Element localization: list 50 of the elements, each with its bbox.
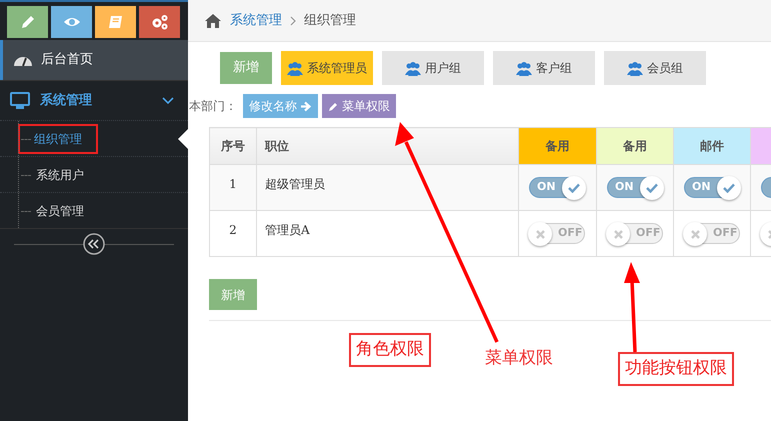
toggle-switch[interactable]: ON bbox=[607, 177, 663, 198]
toggle-switch[interactable]: OFF bbox=[607, 223, 663, 244]
table-cell: 2 bbox=[210, 210, 256, 256]
check-icon bbox=[723, 183, 735, 193]
check-icon bbox=[646, 183, 658, 193]
group-tab[interactable]: 客户组 bbox=[493, 51, 595, 85]
people-icon bbox=[405, 60, 421, 76]
people-icon bbox=[516, 60, 532, 76]
home-icon bbox=[204, 12, 222, 28]
shortcut-button[interactable] bbox=[51, 6, 92, 38]
group-tab[interactable]: 系统管理员 bbox=[281, 51, 373, 85]
breadcrumb-item: 组织管理 bbox=[304, 12, 356, 30]
people-icon bbox=[287, 60, 303, 76]
breadcrumb-item[interactable]: 系统管理 bbox=[230, 10, 282, 30]
column-header: 备用 bbox=[518, 128, 596, 164]
pencil-icon bbox=[328, 100, 339, 112]
monitor-icon bbox=[10, 92, 30, 110]
shortcut-button[interactable] bbox=[7, 6, 48, 38]
action-button[interactable]: 修改名称 bbox=[243, 94, 318, 118]
sidebar-subitem[interactable]: 会员管理 bbox=[36, 202, 84, 220]
shortcut-button[interactable] bbox=[95, 6, 136, 38]
group-tab[interactable]: 会员组 bbox=[604, 51, 706, 85]
sidebar-item[interactable]: 后台首页 bbox=[0, 40, 188, 80]
group-tab[interactable]: 用户组 bbox=[382, 51, 484, 85]
arrow-right-icon bbox=[300, 100, 312, 112]
shortcut-button[interactable] bbox=[139, 6, 180, 38]
chevron-right-icon bbox=[290, 16, 296, 26]
column-header: 序号 bbox=[210, 128, 256, 164]
toggle-switch[interactable]: ON bbox=[529, 177, 585, 198]
annotation-text: 菜单权限 bbox=[485, 347, 553, 370]
collapse-icon[interactable] bbox=[83, 232, 105, 254]
add-button[interactable]: 新增 bbox=[220, 52, 272, 84]
annotation-label: 角色权限 bbox=[349, 333, 431, 366]
toggle-switch[interactable]: ON bbox=[684, 177, 740, 198]
column-header: 职位 bbox=[256, 128, 518, 164]
table-cell: 管理员A bbox=[256, 210, 518, 256]
gears-icon bbox=[150, 13, 168, 31]
check-icon bbox=[568, 183, 580, 193]
column-header: 邮件 bbox=[674, 128, 750, 164]
people-icon bbox=[627, 60, 643, 76]
department-label: 本部门： bbox=[189, 98, 237, 115]
column-header: 备用 bbox=[596, 128, 674, 164]
toggle-switch[interactable]: OFF bbox=[684, 223, 740, 244]
action-button[interactable]: 菜单权限 bbox=[322, 94, 396, 118]
sidebar-subitem[interactable]: 系统用户 bbox=[36, 166, 84, 184]
toggle-switch[interactable]: OFF bbox=[529, 223, 585, 244]
book-icon bbox=[106, 13, 124, 31]
add-button[interactable]: 新增 bbox=[209, 279, 257, 310]
sidebar-subitem[interactable]: 组织管理 bbox=[18, 124, 98, 154]
annotation-label: 功能按钮权限 bbox=[618, 352, 734, 386]
